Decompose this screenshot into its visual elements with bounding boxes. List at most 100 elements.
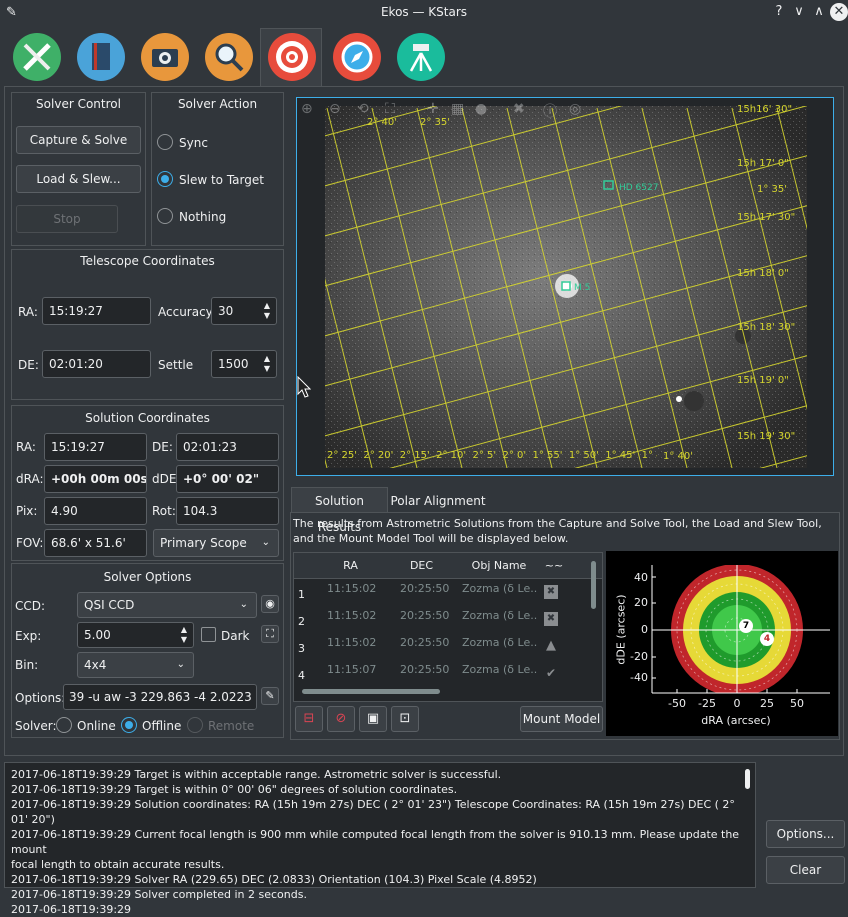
setup-tab[interactable] — [6, 28, 66, 86]
cell-dec: 20:25:50 — [400, 609, 450, 622]
focus-tab[interactable] — [198, 28, 258, 86]
objects-icon[interactable]: ✖ — [513, 101, 525, 117]
cell-dec: 20:25:50 — [400, 582, 450, 595]
zoom-in-icon[interactable]: ⊕ — [301, 101, 313, 117]
vertical-scrollbar[interactable] — [591, 561, 596, 609]
target-icon — [268, 33, 316, 81]
scope-select[interactable]: Primary Scope ⌄ — [153, 529, 279, 557]
title-bar: ✎ Ekos — KStars ? ∨ ∧ ✕ — [0, 0, 848, 26]
ccd-select[interactable]: QSI CCD ⌄ — [77, 592, 257, 618]
pix-label: Pix: — [16, 504, 38, 518]
eye-icon[interactable]: ◉ — [261, 595, 279, 613]
log-scrollbar[interactable] — [745, 769, 750, 789]
log-line: 2017-06-18T19:39:29 Target is within 0° … — [11, 783, 458, 796]
grid-label: 15h 18' 30" — [737, 322, 796, 333]
remote-radio[interactable] — [187, 717, 203, 733]
column-header-status[interactable]: ~~ — [541, 559, 567, 572]
clear-log-button[interactable]: Clear — [766, 856, 845, 884]
pix-field[interactable]: 4.90 — [44, 497, 147, 525]
settle-spinbox[interactable]: 1500 ▲ ▼ — [211, 350, 277, 378]
dde-field[interactable]: +0° 00' 02" — [176, 465, 279, 493]
guide-tab[interactable] — [326, 28, 386, 86]
rot-field[interactable]: 104.3 — [176, 497, 279, 525]
dark-label: Dark — [221, 629, 250, 643]
warning-status-icon: ▲ — [546, 638, 556, 653]
capture-tab[interactable] — [134, 28, 194, 86]
mount-model-button[interactable]: Mount Model — [520, 706, 603, 732]
online-radio[interactable] — [56, 717, 72, 733]
edit-options-icon[interactable]: ✎ — [261, 687, 279, 705]
scheduler-tab[interactable] — [70, 28, 130, 86]
fov-field[interactable]: 68.6' x 51.6' — [44, 529, 147, 557]
clear-results-icon[interactable]: ⊟ — [295, 706, 323, 732]
accuracy-label: Accuracy — [158, 305, 213, 319]
zoom-out-icon[interactable]: ⊖ — [329, 101, 341, 117]
close-button[interactable]: ✕ — [830, 3, 848, 21]
column-header-objname[interactable]: Obj Name — [459, 559, 539, 572]
info-icon[interactable]: ⓘ — [543, 101, 557, 121]
help-button[interactable]: ? — [770, 3, 788, 21]
load-slew-button[interactable]: Load & Slew... — [16, 165, 141, 193]
bin-select[interactable]: 4x4 ⌄ — [77, 652, 194, 678]
accuracy-spinbox[interactable]: 30 ▲ ▼ — [211, 297, 277, 325]
horizontal-scrollbar[interactable] — [302, 689, 440, 694]
dra-field[interactable]: +00h 00m 00s — [44, 465, 147, 493]
align-tab[interactable] — [260, 28, 322, 86]
row-number: 4 — [298, 669, 305, 682]
solution-plot[interactable]: 7 4 40 20 0 -20 -40 -50 -25 0 25 50 dRA … — [606, 551, 838, 736]
row-number: 2 — [298, 615, 305, 628]
tel-ra-field[interactable]: 15:19:27 — [42, 297, 151, 325]
spin-arrows-icon[interactable]: ▲ ▼ — [262, 301, 272, 321]
options-label: Options: — [15, 691, 66, 705]
column-header-dec[interactable]: DEC — [389, 559, 454, 572]
solver-options-field[interactable]: 39 -u aw -3 229.863 -4 2.0223 -5 30 — [63, 684, 257, 710]
results-table[interactable]: RA DEC Obj Name ~~ 1 11:15:02 20:25:50 Z… — [293, 552, 603, 702]
sync-radio[interactable] — [157, 134, 173, 150]
cell-ra: 11:15:02 — [327, 582, 377, 595]
remove-result-icon[interactable]: ⊘ — [327, 706, 355, 732]
grid-label: 2° 35' — [420, 117, 451, 128]
maximize-button[interactable]: ∧ — [810, 3, 828, 21]
sol-de-field[interactable]: 02:01:23 — [176, 433, 279, 461]
grid-label: 1° 35' — [757, 184, 788, 195]
grid-icon[interactable]: ▦ — [451, 101, 464, 117]
mount-tab[interactable] — [390, 28, 450, 86]
exposure-spinbox[interactable]: 5.00 ▲ ▼ — [77, 622, 194, 648]
crosshair-icon[interactable]: ✛ — [427, 101, 439, 117]
telescope-coordinates-title: Telescope Coordinates — [80, 254, 215, 268]
spin-arrows-icon[interactable]: ▲ ▼ — [262, 354, 272, 374]
tel-de-field[interactable]: 02:01:20 — [42, 350, 151, 378]
sol-ra-field[interactable]: 15:19:27 — [44, 433, 147, 461]
slew-to-target-radio[interactable] — [157, 171, 173, 187]
grid-label: 2° 40' — [367, 117, 398, 128]
x-tick: 0 — [733, 697, 741, 710]
target-icon[interactable]: ◎ — [569, 101, 581, 117]
grid-label: 15h 19' 0" — [737, 375, 789, 386]
success-status-icon: ✔ — [545, 666, 557, 680]
fits-view[interactable]: ⊕ ⊖ ⟲ ⛶ ✛ ▦ ● ✖ ⓘ ◎ 15h16' 30" 15h 17' 0… — [296, 97, 834, 476]
zoom-default-icon[interactable]: ⟲ — [357, 101, 369, 117]
options-button[interactable]: Options... — [766, 820, 845, 848]
minimize-button[interactable]: ∨ — [790, 3, 808, 21]
fit-frame-icon[interactable]: ⛶ — [261, 625, 279, 643]
stars-icon[interactable]: ● — [475, 101, 487, 117]
tab-solution-results[interactable]: Solution Results — [291, 487, 388, 534]
solver-control-group: Solver Control Capture & Solve Load & Sl… — [11, 92, 146, 246]
log-output[interactable]: 2017-06-18T19:39:29 Target is within acc… — [4, 762, 756, 916]
stop-button[interactable]: Stop — [16, 205, 118, 233]
nothing-radio[interactable] — [157, 208, 173, 224]
spin-arrows-icon[interactable]: ▲ ▼ — [179, 625, 189, 645]
capture-solve-button[interactable]: Capture & Solve — [16, 126, 141, 154]
solution-coordinates-group: Solution Coordinates RA: 15:19:27 DE: 02… — [11, 405, 284, 561]
sol-de-label: DE: — [152, 440, 173, 454]
select-all-icon[interactable]: ⊡ — [391, 706, 419, 732]
dark-checkbox[interactable] — [201, 627, 216, 642]
column-header-ra[interactable]: RA — [314, 559, 387, 572]
accuracy-value: 30 — [218, 304, 234, 318]
offline-radio[interactable] — [121, 717, 137, 733]
zoom-fit-icon[interactable]: ⛶ — [385, 101, 395, 117]
exp-label: Exp: — [15, 629, 42, 643]
chevron-down-icon: ⌄ — [261, 537, 270, 548]
tab-polar-alignment[interactable]: Polar Alignment — [389, 489, 487, 513]
save-results-icon[interactable]: ▣ — [359, 706, 387, 732]
